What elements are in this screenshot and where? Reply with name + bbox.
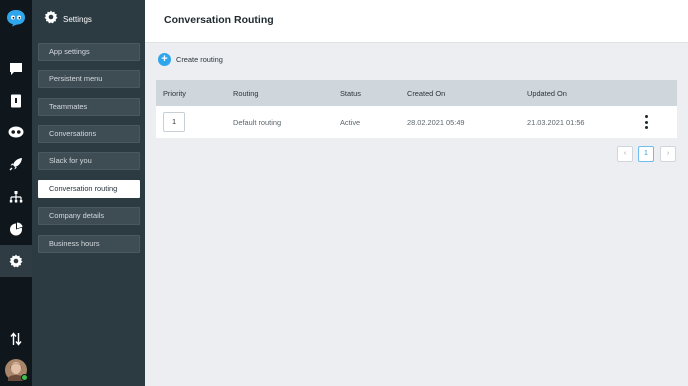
settings-gear-icon xyxy=(44,10,58,29)
switch-arrows-icon[interactable] xyxy=(6,329,26,349)
priority-cell[interactable]: 1 xyxy=(163,112,185,132)
avatar[interactable] xyxy=(5,359,28,381)
sidebar-item-business-hours[interactable]: Business hours xyxy=(38,235,140,253)
gear-icon[interactable] xyxy=(0,245,32,277)
sidebar-item-slack-for-you[interactable]: Slack for you xyxy=(38,152,140,170)
sidebar-item-persistent-menu[interactable]: Persistent menu xyxy=(38,70,140,88)
page-1-button[interactable]: 1 xyxy=(638,146,654,162)
pie-chart-icon[interactable] xyxy=(6,219,26,239)
bot-eyes-icon[interactable] xyxy=(6,122,26,142)
plus-circle-icon: + xyxy=(158,52,171,66)
table-header: Priority Routing Status Created On Updat… xyxy=(156,80,677,106)
sidebar-item-app-settings[interactable]: App settings xyxy=(38,43,140,61)
created-on-cell: 28.02.2021 05:49 xyxy=(407,118,465,127)
page-title: Conversation Routing xyxy=(164,14,274,26)
contacts-book-icon[interactable] xyxy=(6,91,26,111)
row-actions-menu-icon[interactable] xyxy=(641,115,651,129)
create-routing-button[interactable]: + Create routing xyxy=(158,52,223,66)
column-header-created-on: Created On xyxy=(407,89,446,98)
create-routing-label: Create routing xyxy=(176,54,223,64)
sidebar-item-teammates[interactable]: Teammates xyxy=(38,98,140,116)
routing-table: Priority Routing Status Created On Updat… xyxy=(156,80,677,138)
sidebar-item-company-details[interactable]: Company details xyxy=(38,207,140,225)
org-chart-icon[interactable] xyxy=(6,187,26,207)
message-icon[interactable] xyxy=(6,59,26,79)
main-content: Conversation Routing + Create routing Pr… xyxy=(145,0,688,386)
settings-sidebar: Settings App settings Persistent menu Te… xyxy=(32,0,145,386)
routing-name-cell: Default routing xyxy=(233,118,282,127)
icon-rail xyxy=(0,0,32,386)
table-row[interactable]: 1 Default routing Active 28.02.2021 05:4… xyxy=(156,106,677,138)
column-header-priority: Priority xyxy=(163,89,186,98)
rocket-icon[interactable] xyxy=(6,154,26,174)
column-header-status: Status xyxy=(340,89,361,98)
status-cell: Active xyxy=(340,118,361,127)
page-header: Conversation Routing xyxy=(145,0,688,43)
sidebar-header: Settings xyxy=(44,10,92,28)
sidebar-item-conversation-routing[interactable]: Conversation routing xyxy=(38,180,140,198)
sidebar-title: Settings xyxy=(63,14,92,24)
updated-on-cell: 21.03.2021 01:56 xyxy=(527,118,585,127)
chat-bubble-logo-icon[interactable] xyxy=(6,8,26,28)
online-status-dot xyxy=(21,374,28,381)
prev-page-button[interactable]: ‹ xyxy=(617,146,633,162)
column-header-updated-on: Updated On xyxy=(527,89,567,98)
sidebar-item-conversations[interactable]: Conversations xyxy=(38,125,140,143)
column-header-routing: Routing xyxy=(233,89,259,98)
next-page-button[interactable]: › xyxy=(660,146,676,162)
